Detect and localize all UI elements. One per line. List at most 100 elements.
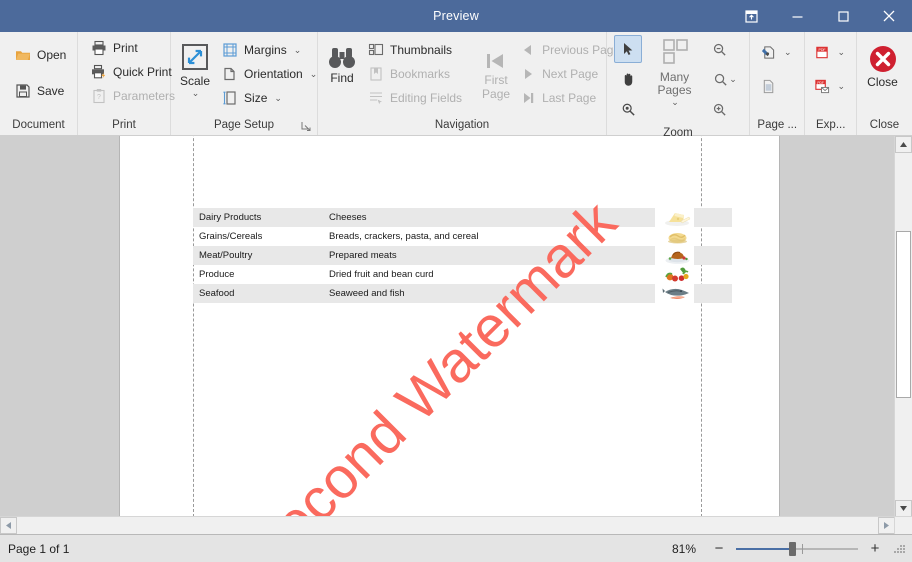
pdf-export-icon: PDF — [814, 44, 830, 60]
cell-image — [655, 227, 694, 247]
scroll-down-button[interactable] — [895, 500, 912, 517]
chevron-down-icon: ⌄ — [784, 46, 792, 57]
cell-spacer — [594, 208, 655, 228]
orientation-button-label: Orientation — [244, 67, 303, 81]
vertical-scrollbar[interactable] — [894, 136, 912, 517]
watermark-icon — [761, 78, 777, 94]
editing-fields-button[interactable]: Editing Fields — [363, 86, 469, 110]
zoom-slider-control[interactable]: − + — [710, 540, 884, 558]
cell-category: Seafood — [193, 284, 323, 304]
ribbon-group-navigation: Find Thumbnails Bookmarks Editing Fields… — [318, 32, 620, 135]
print-button-label: Print — [113, 41, 138, 55]
chevron-down-icon: ⌄ — [274, 92, 282, 103]
margins-button-label: Margins — [244, 43, 287, 57]
page-setup-label-text: Page Setup — [213, 119, 275, 131]
quick-print-button[interactable]: Quick Print — [86, 60, 182, 84]
binoculars-icon — [327, 45, 357, 71]
chevron-down-icon: ⌄ — [293, 44, 302, 55]
first-page-icon — [483, 49, 509, 73]
find-button[interactable]: Find — [324, 36, 360, 86]
save-button[interactable]: Save — [10, 79, 73, 103]
page-color-button[interactable]: ⌄ — [756, 40, 799, 64]
ribbon-toolbar: Open Save Document Print Quick Print ? P… — [0, 32, 912, 139]
ribbon-group-print-label: Print — [112, 119, 136, 131]
cell-spacer — [594, 246, 655, 266]
zoom-decrease-button[interactable]: − — [710, 540, 728, 558]
vertical-scrollbar-thumb[interactable] — [896, 231, 911, 398]
editing-fields-icon — [368, 90, 384, 106]
scale-button[interactable]: Scale ⌄ — [177, 36, 213, 99]
parameters-button[interactable]: ? Parameters — [86, 84, 182, 108]
page-info-label: Page 1 of 1 — [8, 541, 70, 556]
find-button-label: Find — [330, 71, 354, 85]
thumbnails-button[interactable]: Thumbnails — [363, 38, 469, 62]
first-page-button[interactable]: First Page — [479, 36, 513, 102]
scroll-up-button[interactable] — [895, 136, 912, 153]
many-pages-button-label: Many Pages — [657, 70, 692, 97]
page-color-icon — [761, 44, 777, 60]
restore-layout-button[interactable] — [728, 0, 774, 32]
zoom-slider-thumb[interactable] — [789, 541, 796, 556]
many-pages-button[interactable]: Many Pages ⌄ — [646, 35, 703, 108]
quick-print-icon — [91, 64, 107, 80]
orientation-button[interactable]: Orientation ⌄ — [217, 62, 324, 86]
close-document-button[interactable]: Close — [857, 39, 908, 90]
last-page-icon — [520, 90, 536, 106]
many-pages-icon — [658, 38, 692, 70]
save-disk-icon — [15, 83, 31, 99]
cell-image — [655, 265, 694, 285]
window-title: Preview — [433, 9, 479, 23]
table-row: Grains/Cereals Breads, crackers, pasta, … — [193, 227, 732, 247]
cell-description: Seaweed and fish — [323, 284, 594, 304]
export-to-pdf-button[interactable]: PDF ⌄ — [809, 40, 852, 64]
bookmarks-icon — [368, 66, 384, 82]
size-button[interactable]: Size ⌄ — [217, 86, 324, 110]
close-button[interactable] — [866, 0, 912, 32]
minimize-button[interactable] — [774, 0, 820, 32]
horizontal-scrollbar[interactable] — [0, 516, 895, 534]
cell-category: Produce — [199, 269, 235, 281]
open-button[interactable]: Open — [10, 43, 73, 67]
orientation-icon — [222, 66, 238, 82]
save-button-label: Save — [37, 84, 65, 98]
margins-icon — [222, 42, 238, 58]
resize-grip[interactable] — [892, 542, 906, 556]
send-via-email-button[interactable]: PDF ⌄ — [809, 74, 852, 98]
window-controls — [728, 0, 912, 32]
cell-category: Grains/Cereals — [199, 231, 263, 243]
zoom-level-button[interactable]: ⌄ — [705, 65, 745, 93]
first-page-label-line1: First — [484, 73, 508, 87]
cell-description: Cheeses — [323, 208, 594, 228]
zoom-slider-track[interactable] — [736, 540, 858, 558]
svg-text:?: ? — [97, 94, 101, 101]
cell-category: Meat/Poultry — [193, 246, 323, 266]
bookmarks-button[interactable]: Bookmarks — [363, 62, 469, 86]
hand-tool[interactable] — [614, 65, 642, 93]
chevron-down-icon: ⌄ — [837, 46, 845, 57]
zoom-out-button[interactable] — [705, 35, 733, 63]
preview-viewport[interactable]: Dairy Products Cheeses Grains/Cereals Br… — [0, 136, 895, 517]
size-icon — [222, 90, 238, 106]
scroll-left-button[interactable] — [0, 517, 17, 534]
scroll-right-button[interactable] — [878, 517, 895, 534]
thumbnails-icon — [368, 42, 384, 58]
zoom-increase-button[interactable]: + — [866, 540, 884, 558]
page-setup-dialog-launcher[interactable] — [301, 119, 312, 131]
magnifier-tool[interactable] — [614, 95, 642, 123]
ribbon-group-export-label: Exp... — [816, 119, 846, 131]
pointer-tool[interactable] — [614, 35, 642, 63]
ribbon-group-close-label: Close — [869, 119, 900, 131]
cell-description: Dried fruit and bean curd — [329, 269, 434, 281]
cell-image — [655, 284, 694, 304]
ribbon-group-export: PDF ⌄ PDF ⌄ Exp... — [805, 32, 857, 135]
cell-description: Prepared meats — [323, 246, 594, 266]
thumbnails-button-label: Thumbnails — [390, 43, 453, 57]
chevron-down-icon: ⌄ — [837, 80, 845, 91]
print-button[interactable]: Print — [86, 36, 182, 60]
report-table-body: Dairy Products Cheeses Grains/Cereals Br… — [193, 208, 732, 304]
watermark-layer: Second Watermark — [120, 136, 779, 517]
margins-button[interactable]: Margins ⌄ — [217, 38, 324, 62]
maximize-button[interactable] — [820, 0, 866, 32]
watermark-button[interactable] — [756, 74, 799, 98]
zoom-in-button[interactable] — [705, 95, 733, 123]
